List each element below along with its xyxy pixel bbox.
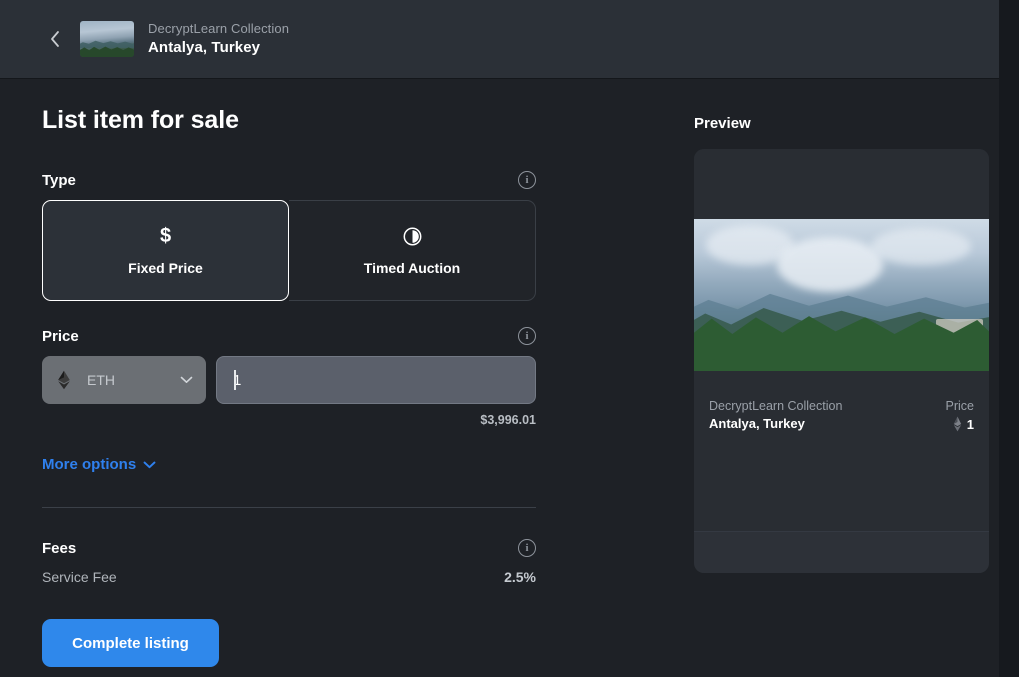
header-text: DecryptLearn Collection Antalya, Turkey [148, 20, 289, 58]
type-option-timed-auction[interactable]: Timed Auction [289, 200, 536, 301]
fees-section: Fees i Service Fee 2.5% [42, 539, 660, 585]
preview-price-value-row: 1 [952, 416, 974, 432]
preview-label: Preview [694, 115, 751, 132]
clock-icon [403, 225, 422, 247]
price-section-header: Price i [42, 327, 536, 345]
preview-card-info: DecryptLearn Collection Antalya, Turkey … [709, 399, 974, 432]
ethereum-icon [952, 416, 963, 432]
chevron-left-icon [49, 30, 61, 48]
landscape-artwork [694, 219, 989, 371]
preview-card-names: DecryptLearn Collection Antalya, Turkey [709, 399, 842, 431]
price-input-value: 1 [233, 369, 241, 390]
chevron-down-icon [143, 456, 156, 473]
currency-code: ETH [87, 372, 115, 388]
price-section: Price i ETH 1 $3,996.01 [42, 327, 660, 427]
type-option-fixed-price[interactable]: $ Fixed Price [42, 200, 289, 301]
price-usd-estimate: $3,996.01 [480, 413, 536, 427]
type-option-fixed-price-label: Fixed Price [128, 260, 203, 276]
header-item-title: Antalya, Turkey [148, 39, 261, 56]
listing-form: List item for sale Type i $ Fixed Price [0, 79, 660, 677]
page-title: List item for sale [42, 106, 239, 134]
preview-collection-name: DecryptLearn Collection [709, 399, 843, 413]
artwork-cloud [871, 228, 972, 265]
preview-card-top [694, 149, 989, 219]
fee-row: Service Fee 2.5% [42, 569, 536, 585]
fee-value: 2.5% [504, 569, 536, 585]
preview-price-block: Price 1 [946, 399, 974, 432]
preview-price-label: Price [945, 399, 974, 413]
price-info-icon[interactable]: i [518, 327, 536, 345]
ethereum-icon [55, 370, 73, 390]
listing-page: DecryptLearn Collection Antalya, Turkey … [0, 0, 1009, 677]
fees-info-icon[interactable]: i [518, 539, 536, 557]
artwork-cloud [776, 237, 883, 292]
page-header: DecryptLearn Collection Antalya, Turkey [0, 0, 1009, 79]
price-input[interactable]: 1 [216, 356, 536, 404]
back-button[interactable] [42, 26, 68, 52]
preview-panel: Preview DecryptLearn Collection Antalya,… [694, 79, 994, 573]
more-options-label: More options [42, 456, 137, 473]
price-row: ETH 1 [42, 356, 536, 404]
header-collection-name: DecryptLearn Collection [148, 21, 290, 36]
item-thumbnail [80, 21, 134, 57]
type-label: Type [42, 171, 76, 189]
type-options: $ Fixed Price Timed Auction [42, 200, 536, 301]
type-section-header: Type i [42, 171, 536, 189]
fee-name: Service Fee [42, 569, 117, 585]
preview-card-footer [694, 531, 989, 573]
dollar-glyph: $ [159, 225, 172, 247]
fees-section-header: Fees i [42, 539, 536, 557]
currency-select[interactable]: ETH [42, 356, 206, 404]
preview-card[interactable]: DecryptLearn Collection Antalya, Turkey … [694, 149, 989, 573]
type-info-icon[interactable]: i [518, 171, 536, 189]
price-label: Price [42, 327, 79, 345]
preview-price-amount: 1 [966, 416, 974, 432]
section-divider [42, 507, 536, 508]
text-caret [234, 369, 236, 390]
preview-item-title: Antalya, Turkey [709, 416, 805, 431]
more-options-toggle[interactable]: More options [42, 456, 156, 473]
type-option-timed-auction-label: Timed Auction [363, 260, 461, 276]
page-right-gutter [999, 0, 1009, 677]
complete-listing-button[interactable]: Complete listing [42, 619, 219, 667]
fees-label: Fees [42, 539, 77, 557]
preview-card-body: DecryptLearn Collection Antalya, Turkey … [694, 371, 989, 531]
chevron-down-icon [180, 376, 193, 384]
dollar-icon: $ [160, 225, 171, 247]
